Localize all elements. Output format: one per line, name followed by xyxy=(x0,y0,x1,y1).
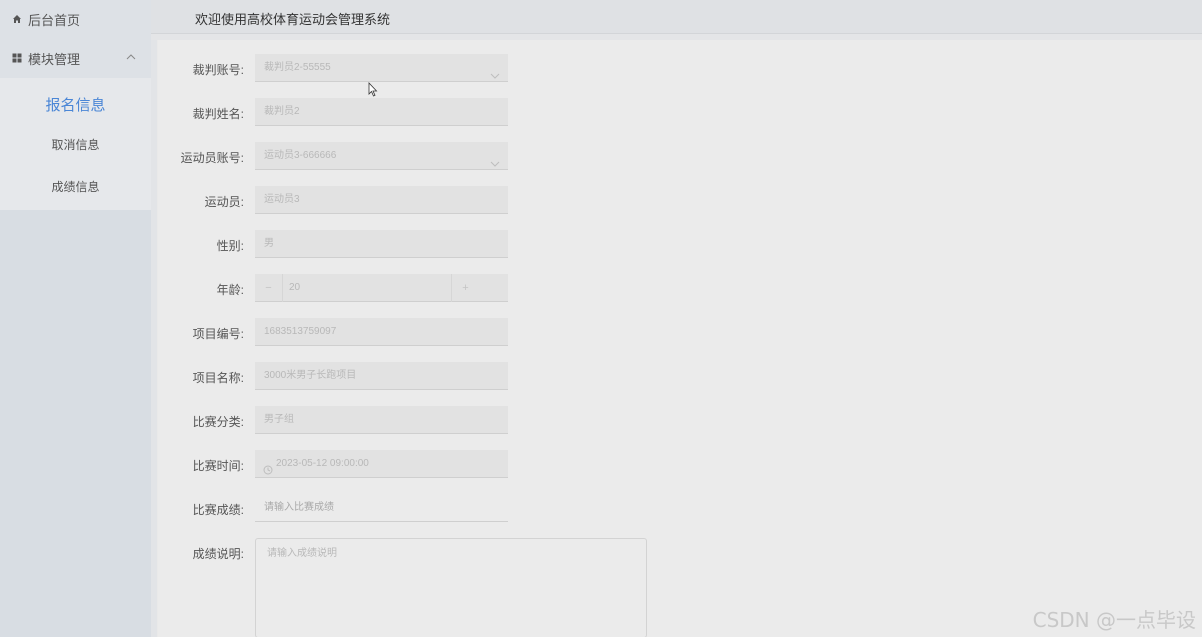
form-row-match-time: 比赛时间: 2023-05-12 09:00:00 xyxy=(158,450,718,478)
form-row-score: 比赛成绩: 请输入比赛成绩 xyxy=(158,494,718,522)
grid-icon xyxy=(12,53,22,63)
submenu-item-scores[interactable]: 成绩信息 xyxy=(0,178,151,195)
field-value: 运动员3-666666 xyxy=(264,150,337,161)
score-input[interactable]: 请输入比赛成绩 xyxy=(255,494,508,522)
sidebar-item-label: 后台首页 xyxy=(28,12,81,28)
field-label: 裁判姓名: xyxy=(192,107,244,121)
chevron-up-icon[interactable] xyxy=(126,50,136,60)
field-label: 运动员账号: xyxy=(180,151,244,165)
form-row-age: 年龄: − 20 + xyxy=(158,274,718,302)
field-value: 裁判员2-55555 xyxy=(264,62,331,73)
age-stepper[interactable]: − 20 + xyxy=(255,274,508,302)
decrement-button[interactable]: − xyxy=(255,274,283,302)
match-time-picker[interactable]: 2023-05-12 09:00:00 xyxy=(255,450,508,478)
form-row-project-name: 项目名称: 3000米男子长跑项目 xyxy=(158,362,718,390)
field-label: 比赛时间: xyxy=(192,459,244,473)
submenu-item-registration[interactable]: 报名信息 xyxy=(0,94,151,115)
top-header: 欢迎使用高校体育运动会管理系统 xyxy=(151,0,1202,34)
sidebar-item-module[interactable]: 模块管理 xyxy=(0,39,151,77)
age-value: 20 xyxy=(289,282,301,293)
clock-icon xyxy=(263,459,273,475)
form-row-score-desc: 成绩说明: 请输入成绩说明 xyxy=(158,538,718,637)
sidebar-item-label: 模块管理 xyxy=(28,51,81,67)
referee-name-field[interactable]: 裁判员2 xyxy=(255,98,508,126)
athlete-field[interactable]: 运动员3 xyxy=(255,186,508,214)
form-row-athlete: 运动员: 运动员3 xyxy=(158,186,718,214)
field-label: 项目编号: xyxy=(192,327,244,341)
form-row-project-no: 项目编号: 1683513759097 xyxy=(158,318,718,346)
mouse-cursor-icon xyxy=(368,81,378,97)
field-label: 性别: xyxy=(216,239,244,253)
chevron-down-icon xyxy=(490,64,500,79)
category-field[interactable]: 男子组 xyxy=(255,406,508,434)
athlete-account-select[interactable]: 运动员3-666666 xyxy=(255,142,508,170)
referee-account-select[interactable]: 裁判员2-55555 xyxy=(255,54,508,82)
field-value: 2023-05-12 09:00:00 xyxy=(276,458,369,469)
field-label: 年龄: xyxy=(216,283,244,297)
submenu: 报名信息 取消信息 成绩信息 xyxy=(0,78,151,210)
project-name-field[interactable]: 3000米男子长跑项目 xyxy=(255,362,508,390)
project-no-field[interactable]: 1683513759097 xyxy=(255,318,508,346)
sidebar-item-home[interactable]: 后台首页 xyxy=(0,0,151,38)
submenu-item-cancel[interactable]: 取消信息 xyxy=(0,136,151,153)
sidebar-background xyxy=(0,210,151,637)
field-label: 比赛分类: xyxy=(192,415,244,429)
sidebar-divider xyxy=(151,0,157,637)
field-label: 比赛成绩: xyxy=(192,503,244,517)
field-label: 项目名称: xyxy=(192,371,244,385)
field-label: 运动员: xyxy=(204,195,244,209)
watermark: CSDN @一点毕设 xyxy=(1032,608,1196,632)
form-row-athlete-account: 运动员账号: 运动员3-666666 xyxy=(158,142,718,170)
form-row-referee-account: 裁判账号: 裁判员2-55555 xyxy=(158,54,718,82)
form-row-category: 比赛分类: 男子组 xyxy=(158,406,718,434)
sidebar: 后台首页 模块管理 报名信息 取消信息 成绩信息 xyxy=(0,0,151,637)
edit-form: 裁判账号: 裁判员2-55555 裁判姓名: 裁判员2 运动员账号: 运动员3-… xyxy=(158,40,1202,637)
gender-field[interactable]: 男 xyxy=(255,230,508,258)
score-desc-textarea[interactable]: 请输入成绩说明 xyxy=(255,538,647,637)
page-title: 欢迎使用高校体育运动会管理系统 xyxy=(195,12,391,27)
home-icon xyxy=(12,14,22,24)
increment-button[interactable]: + xyxy=(451,274,479,302)
field-label: 裁判账号: xyxy=(192,63,244,77)
field-label: 成绩说明: xyxy=(192,547,244,561)
form-row-gender: 性别: 男 xyxy=(158,230,718,258)
chevron-down-icon xyxy=(490,152,500,167)
form-row-referee-name: 裁判姓名: 裁判员2 xyxy=(158,98,718,126)
